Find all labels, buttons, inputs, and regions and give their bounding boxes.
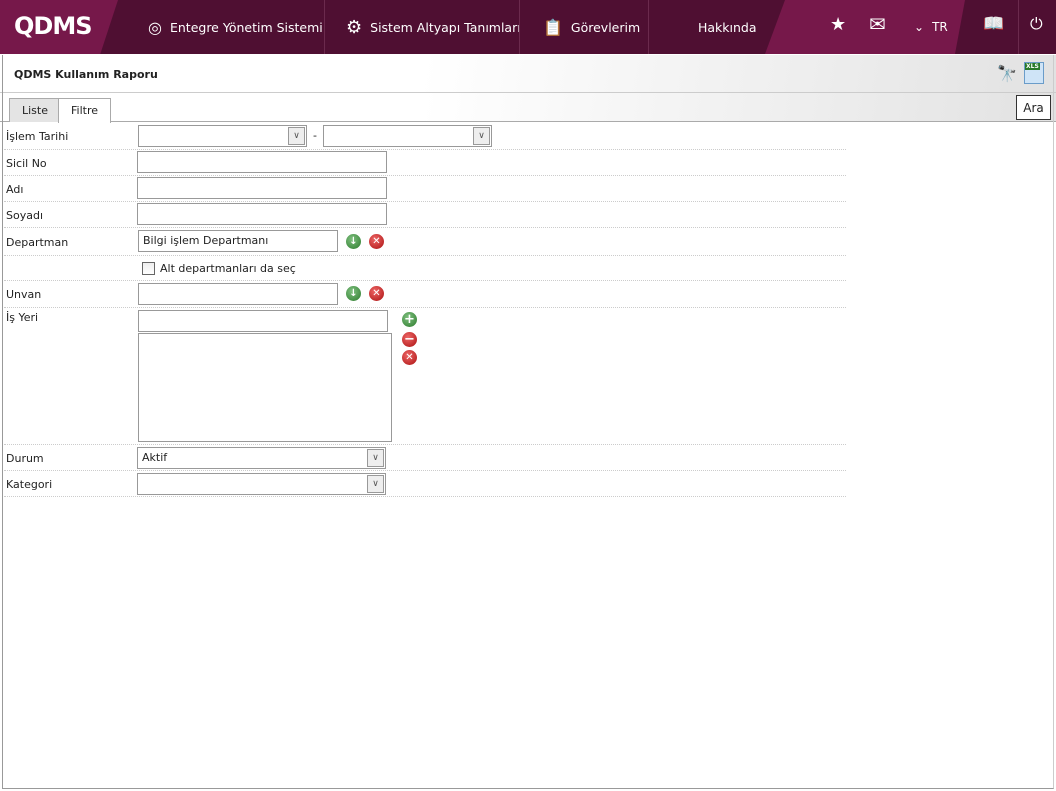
durum-label: Durum [6, 452, 44, 465]
is-yeri-input[interactable] [138, 310, 388, 332]
qdms-logo[interactable]: QDMS [14, 12, 92, 40]
soyadi-label: Soyadı [6, 209, 44, 222]
add-icon[interactable]: + [402, 312, 417, 327]
chevron-down-icon: ⌄ [914, 20, 925, 34]
gear-icon: ⚙ [346, 16, 363, 38]
islem-tarihi-start-select[interactable]: ∨ [138, 125, 307, 147]
clear-departman-icon[interactable]: ✕ [369, 234, 384, 249]
kategori-select[interactable]: ∨ [137, 473, 386, 495]
manual-book-icon[interactable]: 📖 [983, 14, 1004, 34]
unvan-input[interactable] [138, 283, 338, 305]
chevron-down-icon: ∨ [473, 127, 490, 145]
sicil-no-input[interactable] [137, 151, 387, 173]
adi-input[interactable] [137, 177, 387, 199]
chevron-down-icon: ∨ [367, 475, 384, 493]
nav-hakkinda[interactable]: Hakkında [698, 0, 757, 54]
departman-input[interactable]: Bilgi işlem Departmanı [138, 230, 338, 252]
clipboard-icon: 📋 [543, 17, 563, 37]
star-icon[interactable]: ★ [830, 14, 846, 35]
adi-label: Adı [6, 183, 24, 196]
tab-filtre[interactable]: Filtre [58, 98, 112, 123]
nav-entegre-yonetim[interactable]: ◎ Entegre Yönetim Sistemi [148, 0, 323, 54]
nav-sistem-altyapi[interactable]: ⚙ Sistem Altyapı Tanımları [346, 0, 521, 54]
unvan-label: Unvan [6, 288, 42, 301]
durum-select[interactable]: Aktif ∨ [137, 447, 386, 469]
power-icon[interactable]: ⏻ [1030, 14, 1043, 34]
select-unvan-icon[interactable]: ↓ [346, 286, 361, 301]
page-title: QDMS Kullanım Raporu [14, 68, 158, 81]
is-yeri-label: İş Yeri [6, 311, 39, 324]
alt-departman-label: Alt departmanları da seç [160, 262, 296, 275]
q-icon: ◎ [148, 17, 162, 37]
search-button[interactable]: Ara [1016, 95, 1051, 120]
clear-unvan-icon[interactable]: ✕ [369, 286, 384, 301]
binoculars-icon[interactable]: 🔭 [997, 64, 1017, 83]
mail-icon[interactable]: ✉ [869, 12, 886, 36]
top-navbar: QDMS ◎ Entegre Yönetim Sistemi ⚙ Sistem Al… [0, 0, 1056, 54]
soyadi-input[interactable] [137, 203, 387, 225]
page-header: QDMS Kullanım Raporu 🔭 XLS [0, 55, 1056, 93]
kategori-label: Kategori [6, 478, 53, 491]
is-yeri-listbox[interactable] [138, 333, 392, 442]
remove-icon[interactable]: − [402, 332, 417, 347]
xls-export-icon[interactable]: XLS [1024, 62, 1044, 84]
tab-bar: Liste Filtre Ara [0, 93, 1056, 123]
date-separator: - [313, 129, 317, 142]
select-departman-icon[interactable]: ↓ [346, 234, 361, 249]
chevron-down-icon: ∨ [367, 449, 384, 467]
clear-icon[interactable]: ✕ [402, 350, 417, 365]
sicil-no-label: Sicil No [6, 157, 47, 170]
alt-departman-checkbox[interactable] [142, 262, 155, 275]
islem-tarihi-end-select[interactable]: ∨ [323, 125, 492, 147]
tab-liste[interactable]: Liste [9, 98, 61, 122]
islem-tarihi-label: İşlem Tarihi [6, 130, 69, 143]
nav-gorevlerim[interactable]: 📋 Görevlerim [543, 0, 640, 54]
departman-label: Departman [6, 236, 69, 249]
chevron-down-icon: ∨ [288, 127, 305, 145]
language-selector[interactable]: ⌄ TR [914, 0, 948, 54]
